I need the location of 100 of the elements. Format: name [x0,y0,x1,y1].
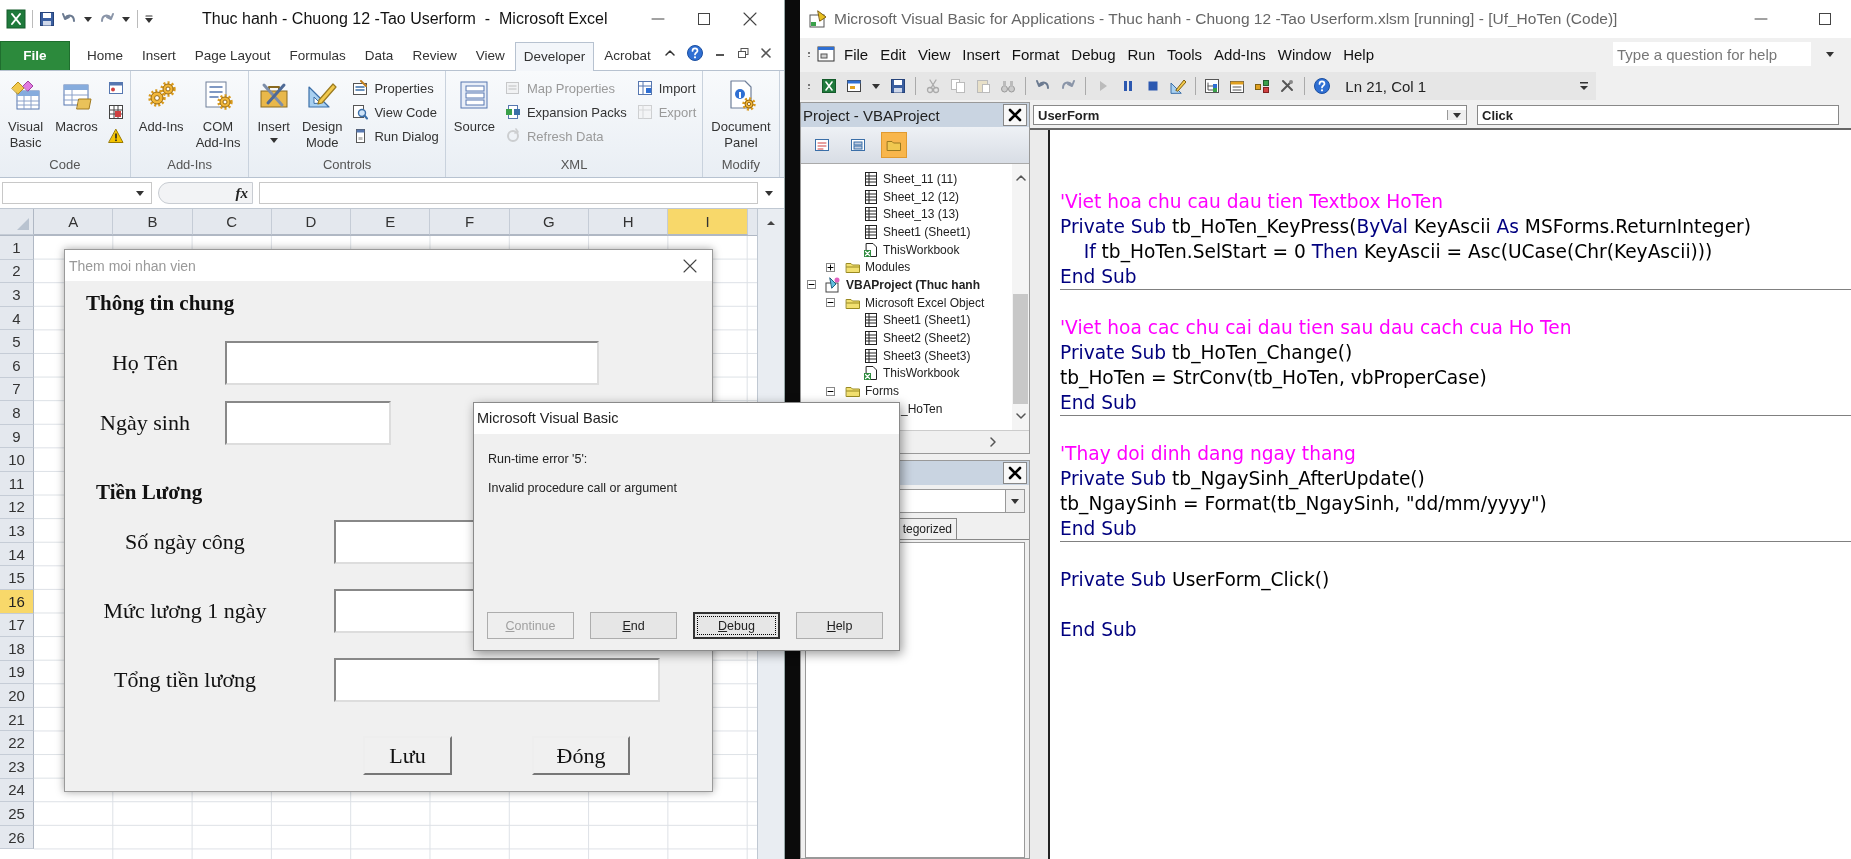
object-browser-icon[interactable] [1254,78,1271,94]
row-header[interactable]: 11 [0,471,34,496]
ribbon-tab[interactable]: Data [355,41,403,70]
ribbon-button[interactable]: Expansion Packs [502,101,629,123]
ribbon-tab[interactable]: Review [403,41,466,70]
help-icon[interactable] [687,45,703,61]
column-header[interactable]: F [430,209,510,235]
ruler-pencil-icon[interactable] [1169,78,1186,94]
close-icon[interactable] [760,47,772,59]
ribbon-button[interactable]: Document Panel [707,77,775,157]
help-search-field[interactable]: Type a question for help [1613,42,1811,66]
menu-item[interactable]: Tools [1163,43,1207,65]
tree-item[interactable]: Sheet1 (Sheet1) [863,223,971,241]
ribbon-button[interactable]: Run Dialog [350,125,441,147]
tree-item[interactable]: Sheet_12 (12) [863,187,960,206]
tree-item[interactable]: VBAProject (Thuc hanh [807,276,980,294]
scrollbar-thumb[interactable] [1013,294,1028,404]
row-header[interactable]: 5 [0,330,34,354]
ribbon-button[interactable]: Design Mode [297,77,347,157]
dialog-button[interactable]: Debug [693,612,780,639]
ribbon-tab[interactable]: File [0,41,70,70]
column-header[interactable]: E [351,209,431,235]
spreadsheet-logo-icon[interactable] [6,9,26,29]
save-icon[interactable] [890,78,906,94]
scroll-down-icon[interactable] [1014,410,1027,422]
row-header[interactable]: 20 [0,684,34,708]
dialog-button[interactable]: Help [796,612,883,639]
toggle-folders-button[interactable] [881,132,907,158]
row-header[interactable]: 12 [0,495,34,520]
tree-item[interactable]: _HoTen [901,399,943,418]
project-explorer-icon[interactable] [1204,78,1221,94]
form-window-icon[interactable] [846,78,862,94]
row-header[interactable]: 15 [0,566,34,590]
ribbon-button[interactable]: Import [634,77,699,99]
ribbon-button[interactable]: COM Add-Ins [191,77,245,157]
column-header[interactable]: I [668,209,748,235]
row-header[interactable]: 13 [0,519,34,543]
ribbon-button[interactable]: Properties [350,77,441,99]
row-header[interactable]: 16 [0,589,34,614]
properties-window-icon[interactable] [1229,78,1246,94]
ribbon-button[interactable]: Insert [253,77,294,157]
spreadsheet-icon[interactable] [821,78,837,94]
tree-item[interactable]: Sheet3 (Sheet3) [863,346,971,365]
row-header[interactable]: 22 [0,731,34,756]
ribbon-tab[interactable]: Formulas [280,41,355,70]
row-header[interactable]: 21 [0,707,34,732]
ribbon-button[interactable]: Visual Basic [4,77,48,157]
close-button[interactable] [1003,462,1027,484]
procedure-dropdown[interactable]: Click [1477,105,1839,125]
dialog-button[interactable]: End [590,612,677,639]
menu-item[interactable]: Window [1273,43,1336,65]
dropdown-caret-icon[interactable] [121,14,131,24]
ribbon-tab[interactable]: Home [78,41,132,70]
column-header[interactable]: D [271,209,352,235]
row-header[interactable]: 19 [0,660,34,685]
menu-item[interactable]: Help [1339,43,1378,65]
dropdown-caret-icon[interactable] [1825,49,1835,59]
row-header[interactable]: 4 [0,306,34,331]
menu-item[interactable]: Run [1123,43,1160,65]
code-editor[interactable] [1030,128,1851,859]
ribbon-tab[interactable]: Developer [514,42,595,71]
tree-item[interactable]: ThisWorkbook [863,240,960,259]
dropdown-caret-icon[interactable] [135,188,145,198]
collapse-ribbon-icon[interactable] [664,47,676,59]
ribbon-button[interactable]: Add-Ins [134,77,188,157]
tree-item[interactable]: Modules [826,258,911,277]
tree-item[interactable]: Sheet_13 (13) [863,205,960,224]
text-field[interactable] [225,341,599,385]
row-header[interactable]: 7 [0,377,34,402]
text-field[interactable] [334,658,660,702]
row-header[interactable]: 6 [0,353,34,378]
form-button[interactable]: Đóng [532,736,630,775]
ribbon-tab[interactable]: Page Layout [185,41,280,70]
close-button[interactable] [1003,104,1027,126]
row-header[interactable]: 9 [0,424,34,449]
menu-item[interactable]: File [840,43,873,65]
menu-item[interactable]: Edit [876,43,911,65]
row-header[interactable]: 17 [0,613,34,638]
row-header[interactable]: 26 [0,825,34,850]
ribbon-button[interactable]: Macros [51,77,102,157]
tree-item[interactable]: Microsoft Excel Object [826,293,985,312]
ribbon-tab[interactable]: Acrobat [595,41,660,70]
row-header[interactable]: 18 [0,637,34,661]
ribbon-button[interactable]: View Code [350,101,441,123]
row-header[interactable]: 10 [0,448,34,472]
row-header[interactable]: 23 [0,755,34,779]
ribbon-tab[interactable]: Insert [133,41,185,70]
column-header[interactable]: C [192,209,272,235]
save-icon[interactable] [39,11,55,27]
menu-item[interactable]: Debug [1067,43,1120,65]
form-window-icon[interactable] [816,44,836,64]
form-button[interactable]: Lưu [363,736,452,775]
row-header[interactable]: 24 [0,778,34,803]
ribbon-button[interactable]: Source [449,77,499,157]
column-header[interactable]: G [509,209,590,235]
object-dropdown[interactable]: UserForm [1033,105,1467,125]
column-header[interactable]: H [589,209,669,235]
row-header[interactable]: 8 [0,401,34,425]
scroll-up-icon[interactable] [1014,172,1027,184]
maximize-icon[interactable] [1817,11,1833,27]
